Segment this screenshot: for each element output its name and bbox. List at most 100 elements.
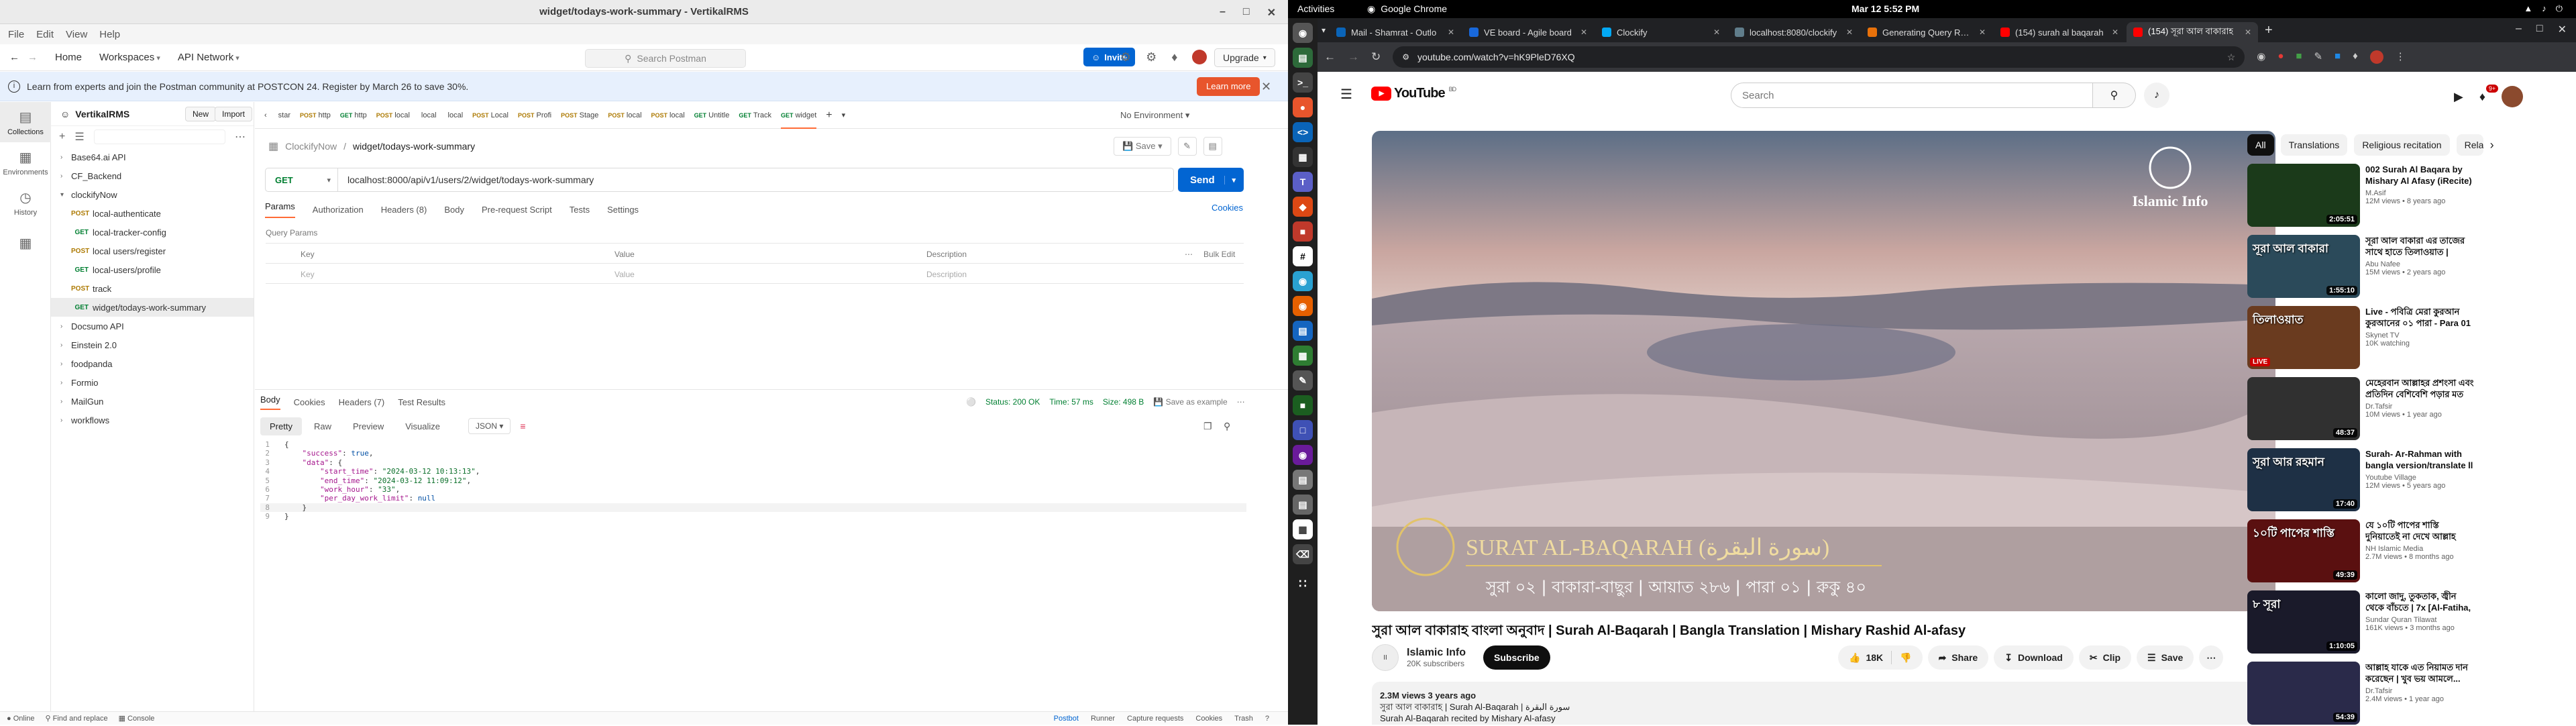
- response-body[interactable]: 1{2 "success": true, 3 "data": {4 "start_…: [260, 440, 1246, 521]
- share-button[interactable]: ➦ Share: [1927, 645, 1989, 670]
- format-visualize[interactable]: Visualize: [396, 417, 449, 435]
- dock-vscode-icon[interactable]: <>: [1293, 122, 1313, 142]
- clip-button[interactable]: ✂ Clip: [2078, 645, 2132, 670]
- video-thumbnail[interactable]: সূরা আল বাকারা 1:55:10: [2247, 235, 2360, 298]
- cookies-status[interactable]: Cookies: [1195, 715, 1222, 723]
- capture-requests[interactable]: Capture requests: [1127, 715, 1183, 723]
- collection-folder[interactable]: › workflows: [51, 411, 254, 429]
- recommended-video[interactable]: ৮ সূরা 1:10:05 কালো জাদু, তুকতাক, জ্বীন থে…: [2247, 590, 2475, 655]
- dock-chrome-icon[interactable]: ◉: [1293, 23, 1313, 43]
- dock-firefox-icon[interactable]: ◉: [1293, 296, 1313, 316]
- channel-name[interactable]: Sundar Quran Tilawat: [2365, 616, 2475, 624]
- rail-apps[interactable]: ▦: [0, 223, 51, 263]
- extension-icon[interactable]: ■: [2334, 50, 2341, 64]
- rail-environments[interactable]: ▦ Environments: [0, 142, 51, 183]
- chip-translations[interactable]: Translations: [2280, 134, 2348, 156]
- dock-app-icon[interactable]: ▤: [1293, 495, 1313, 515]
- recommended-video[interactable]: 48:37 মেহেরবান আল্লাহর প্রশংসা এবং প্রতিদ…: [2247, 377, 2475, 442]
- cookies-link[interactable]: Cookies: [1212, 203, 1243, 213]
- chip-religious-recitation[interactable]: Religious recitation: [2354, 134, 2450, 156]
- video-title[interactable]: 002 Surah Al Baqara by Mishary Al Afasy …: [2365, 164, 2475, 187]
- resp-tab-test-results[interactable]: Test Results: [398, 397, 445, 407]
- activities-button[interactable]: Activities: [1297, 3, 1334, 14]
- video-title[interactable]: যে ১০টি পাপের শাস্তি দুনিয়াতেই না দেখে …: [2365, 519, 2475, 542]
- request-tab[interactable]: POST http: [300, 111, 331, 119]
- recommended-video[interactable]: সূরা আল বাকারা 1:55:10 সূরা আল বাকারা এর ত…: [2247, 235, 2475, 299]
- browser-tab[interactable]: Generating Query Resu ✕: [1861, 22, 1992, 42]
- recommended-video[interactable]: তিলাওয়াত LIVE Live - পবিত্রি মেরা কুরআন ক…: [2247, 306, 2475, 370]
- system-tray[interactable]: ▲ ♪ ⏻: [2524, 3, 2563, 14]
- bulk-edit-link[interactable]: Bulk Edit: [1203, 250, 1235, 259]
- request-item[interactable]: POST local-authenticate: [51, 204, 254, 223]
- close-banner-icon[interactable]: ✕: [1261, 80, 1271, 94]
- forward-arrow-icon[interactable]: →: [28, 52, 38, 63]
- channel-name[interactable]: Abu Nafee: [2365, 260, 2475, 268]
- status-online[interactable]: ● Online: [7, 715, 35, 723]
- format-raw[interactable]: Raw: [305, 417, 341, 435]
- tabs-more-icon[interactable]: ▾: [842, 111, 846, 119]
- request-item[interactable]: POST local users/register: [51, 242, 254, 260]
- profile-avatar[interactable]: [2369, 50, 2383, 64]
- channel-avatar[interactable]: II: [1372, 644, 1399, 671]
- thumbs-down-icon[interactable]: 👎: [1900, 652, 1911, 664]
- tab-close-icon[interactable]: ✕: [1580, 28, 1587, 37]
- description-input[interactable]: Description: [926, 270, 967, 279]
- request-tab[interactable]: GET widget: [780, 102, 817, 129]
- recommended-video[interactable]: সূরা আর রহমান 17:40 Surah- Ar-Rahman with …: [2247, 448, 2475, 513]
- create-icon[interactable]: ▶: [2454, 90, 2463, 104]
- chrome-menu-icon[interactable]: ⋮: [2396, 50, 2406, 64]
- format-preview[interactable]: Preview: [343, 417, 393, 435]
- tab-pre-request-script[interactable]: Pre-request Script: [482, 205, 552, 215]
- collection-folder[interactable]: › MailGun: [51, 392, 254, 411]
- tab-body[interactable]: Body: [444, 205, 464, 215]
- plus-icon[interactable]: +: [59, 131, 65, 143]
- menu-edit[interactable]: Edit: [36, 29, 54, 40]
- close-icon[interactable]: ✕: [2558, 23, 2567, 36]
- value-input[interactable]: Value: [614, 270, 635, 279]
- filter-icon[interactable]: ☰: [74, 130, 84, 144]
- back-icon[interactable]: ←: [1324, 50, 1336, 64]
- youtube-search-button[interactable]: ⚲: [2093, 83, 2136, 108]
- video-player[interactable]: Islamic Info SURAT AL-BAQARAH (سورة البق…: [1372, 131, 2275, 611]
- request-tab[interactable]: POST Profi: [518, 111, 551, 119]
- dock-app-icon[interactable]: ▦: [1293, 519, 1313, 539]
- collection-folder[interactable]: › Docsumo API: [51, 317, 254, 335]
- tab-settings[interactable]: Settings: [607, 205, 639, 215]
- collection-folder[interactable]: › foodpanda: [51, 354, 254, 373]
- tab-close-icon[interactable]: ✕: [1846, 28, 1853, 37]
- dock-teams-icon[interactable]: T: [1293, 172, 1313, 192]
- wrap-icon[interactable]: ≡: [520, 421, 525, 431]
- dock-calc-icon[interactable]: ▦: [1293, 346, 1313, 366]
- key-input[interactable]: Key: [301, 270, 315, 279]
- save-button[interactable]: 💾 Save ▾: [1114, 137, 1171, 156]
- dock-app-icon[interactable]: ■: [1293, 395, 1313, 415]
- request-item[interactable]: POST track: [51, 279, 254, 298]
- workspaces-menu[interactable]: Workspaces: [99, 52, 160, 63]
- dock-writer-icon[interactable]: ▤: [1293, 321, 1313, 341]
- close-icon[interactable]: ✕: [1267, 6, 1276, 19]
- tab-close-icon[interactable]: ✕: [1448, 28, 1454, 37]
- import-button[interactable]: Import: [215, 107, 253, 121]
- recommended-video[interactable]: 54:39 আল্লাহ যাকে এত নিয়ামত দান করেছেন |…: [2247, 662, 2475, 726]
- channel-name[interactable]: NH Islamic Media: [2365, 545, 2475, 553]
- tabs-left-chevron-icon[interactable]: ‹: [264, 111, 267, 119]
- copy-icon[interactable]: ❐: [1203, 421, 1212, 432]
- more-icon[interactable]: ⋯: [1237, 397, 1245, 407]
- tab-params[interactable]: Params: [265, 201, 295, 218]
- address-bar[interactable]: ⚙ youtube.com/watch?v=hK9PleD76XQ ☆: [1393, 46, 2245, 68]
- youtube-logo[interactable]: ▶ YouTube BD: [1371, 86, 1456, 101]
- video-thumbnail[interactable]: ১০টি পাপের শাস্তি 49:39: [2247, 519, 2360, 582]
- dock-app-icon[interactable]: ▤: [1293, 470, 1313, 490]
- menu-help[interactable]: Help: [99, 29, 120, 40]
- video-thumbnail[interactable]: 54:39: [2247, 662, 2360, 725]
- channel-name[interactable]: Dr.Tafsir: [2365, 687, 2475, 695]
- resp-tab-cookies[interactable]: Cookies: [294, 397, 325, 407]
- collection-folder[interactable]: › Formio: [51, 373, 254, 392]
- channel-name[interactable]: Skynet TV: [2365, 331, 2475, 340]
- more-actions-button[interactable]: ⋯: [2199, 645, 2224, 670]
- browser-tab[interactable]: (154) surah al baqarah ✕: [1994, 22, 2125, 42]
- more-icon[interactable]: ⋯: [235, 130, 246, 144]
- request-item[interactable]: GET local-users/profile: [51, 260, 254, 279]
- satellite-icon[interactable]: ⚙: [1120, 50, 1131, 64]
- browser-tab[interactable]: (154) সূরা আল বাকারাহ ✕: [2127, 22, 2259, 42]
